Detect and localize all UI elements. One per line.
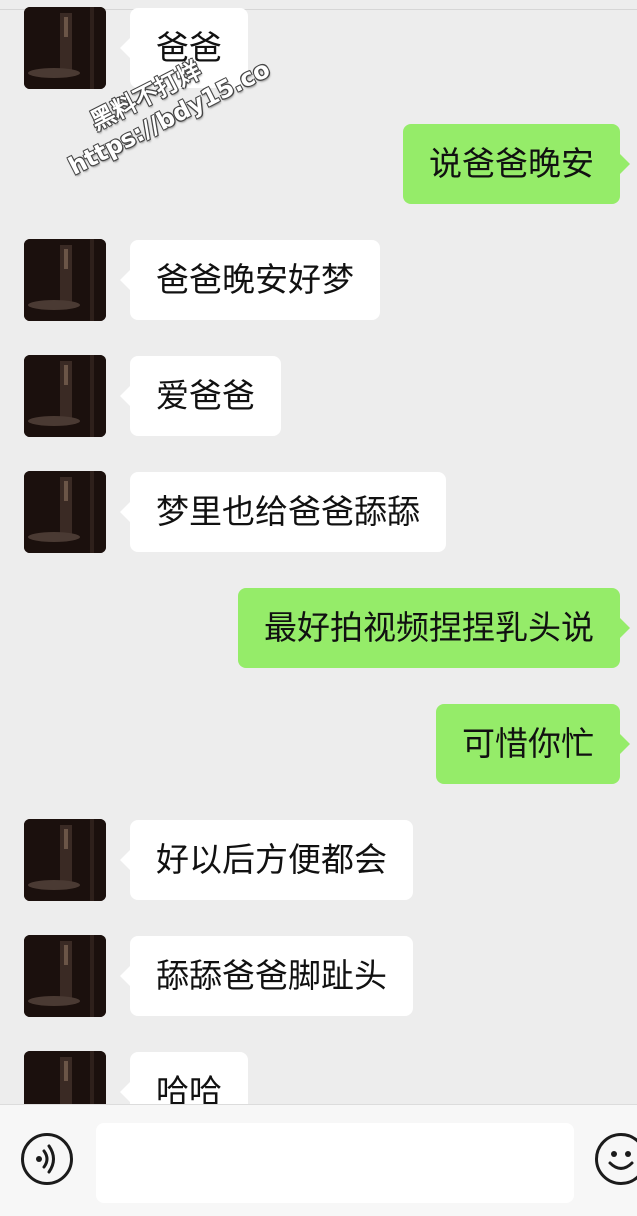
message-input[interactable] — [96, 1123, 574, 1203]
avatar-image — [24, 935, 106, 1017]
outgoing-message-bubble[interactable]: 说爸爸晚安 — [403, 124, 630, 204]
incoming-message-bubble[interactable]: 爸爸晚安好梦 — [120, 240, 380, 320]
incoming-message-bubble[interactable]: 爸爸 — [120, 8, 248, 88]
contact-avatar[interactable] — [24, 471, 106, 553]
emoji-button[interactable] — [595, 1133, 637, 1185]
contact-avatar[interactable] — [24, 1051, 106, 1104]
incoming-message-bubble[interactable]: 舔舔爸爸脚趾头 — [120, 936, 413, 1016]
contact-avatar[interactable] — [24, 819, 106, 901]
contact-avatar[interactable] — [24, 7, 106, 89]
avatar-image — [24, 7, 106, 89]
contact-avatar[interactable] — [24, 355, 106, 437]
contact-avatar[interactable] — [24, 239, 106, 321]
message-list[interactable]: 爸爸 说爸爸晚安 爸爸晚安好梦 爱爸爸 梦里也给爸爸舔舔 最好拍视频捏捏乳头说 … — [0, 0, 637, 1104]
outgoing-message-bubble[interactable]: 可惜你忙 — [436, 704, 630, 784]
incoming-message-bubble[interactable]: 哈哈 — [120, 1052, 248, 1104]
avatar-image — [24, 355, 106, 437]
outgoing-message-bubble[interactable]: 最好拍视频捏捏乳头说 — [238, 588, 630, 668]
incoming-message-bubble[interactable]: 爱爸爸 — [120, 356, 281, 436]
voice-button[interactable] — [21, 1133, 73, 1185]
avatar-image — [24, 819, 106, 901]
incoming-message-bubble[interactable]: 好以后方便都会 — [120, 820, 413, 900]
voice-icon — [36, 1144, 55, 1174]
incoming-message-bubble[interactable]: 梦里也给爸爸舔舔 — [120, 472, 446, 552]
emoji-icon — [608, 1151, 634, 1170]
contact-avatar[interactable] — [24, 935, 106, 1017]
avatar-image — [24, 471, 106, 553]
chat-input-bar — [0, 1104, 637, 1216]
avatar-image — [24, 1051, 106, 1104]
avatar-image — [24, 239, 106, 321]
